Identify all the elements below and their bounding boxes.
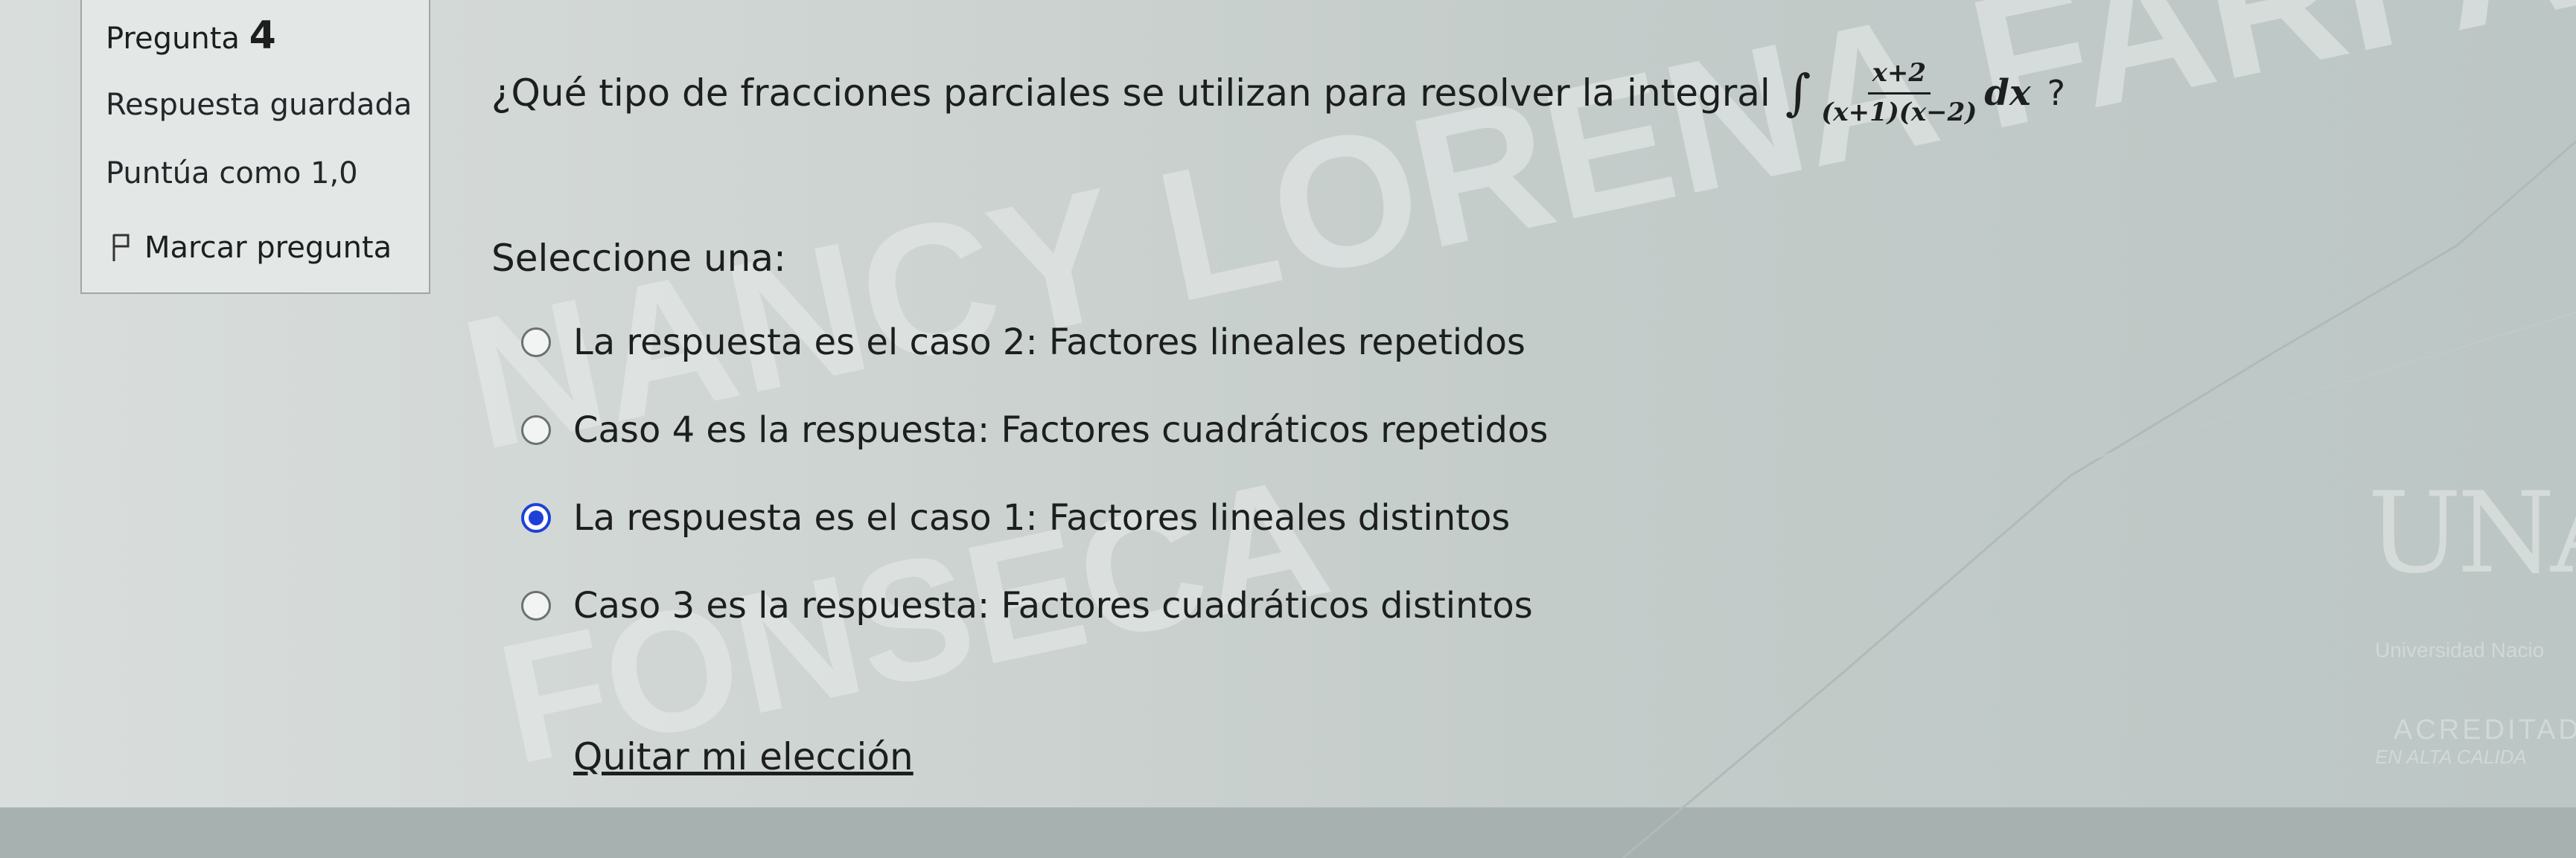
option-2-label[interactable]: Caso 4 es la respuesta: Factores cuadrát…: [573, 409, 1548, 451]
question-number-value: 4: [249, 13, 276, 58]
logo-quality: EN ALTA CALIDA: [2375, 746, 2527, 768]
option-4-radio[interactable]: [521, 591, 551, 621]
differential: dx: [1984, 71, 2031, 114]
university-logo: UNA: [2368, 469, 2576, 598]
fraction-numerator: x+2: [1867, 58, 1931, 95]
option-3-label[interactable]: La respuesta es el caso 1: Factores line…: [573, 497, 1510, 539]
question-number: Pregunta 4: [106, 13, 276, 58]
question-text: ¿Qué tipo de fracciones parciales se uti…: [491, 58, 2065, 127]
flag-question-button[interactable]: Marcar pregunta: [112, 231, 392, 265]
option-4[interactable]: Caso 3 es la respuesta: Factores cuadrát…: [521, 585, 1533, 627]
option-2-radio[interactable]: [521, 415, 551, 445]
clear-choice-link[interactable]: Quitar mi elección: [573, 735, 914, 778]
option-3[interactable]: La respuesta es el caso 1: Factores line…: [521, 497, 1510, 539]
option-1-radio[interactable]: [521, 327, 551, 357]
answer-status: Respuesta guardada: [106, 88, 412, 122]
option-2[interactable]: Caso 4 es la respuesta: Factores cuadrát…: [521, 409, 1548, 451]
logo-accredited: ACREDITADA: [2394, 714, 2576, 746]
question-label: Pregunta: [106, 22, 240, 56]
flag-icon: [112, 234, 130, 261]
option-1-label[interactable]: La respuesta es el caso 2: Factores line…: [573, 321, 1525, 363]
question-mark: ?: [2047, 72, 2066, 113]
fraction-denominator: (x+1)(x−2): [1821, 97, 1977, 127]
logo-university-name: Universidad Nacio: [2375, 638, 2545, 662]
radio-selected-dot: [529, 510, 543, 525]
option-1[interactable]: La respuesta es el caso 2: Factores line…: [521, 321, 1525, 363]
question-prompt: ¿Qué tipo de fracciones parciales se uti…: [491, 71, 1770, 115]
select-one-label: Seleccione una:: [491, 237, 786, 280]
integral-sign: ∫: [1785, 64, 1811, 121]
option-3-radio[interactable]: [521, 503, 551, 533]
question-score: Puntúa como 1,0: [106, 156, 358, 191]
option-4-label[interactable]: Caso 3 es la respuesta: Factores cuadrát…: [573, 585, 1533, 627]
flag-question-label: Marcar pregunta: [144, 231, 392, 265]
integrand-fraction: x+2 (x+1)(x−2): [1821, 58, 1977, 127]
question-info-box: Pregunta 4 Respuesta guardada Puntúa com…: [80, 0, 430, 294]
